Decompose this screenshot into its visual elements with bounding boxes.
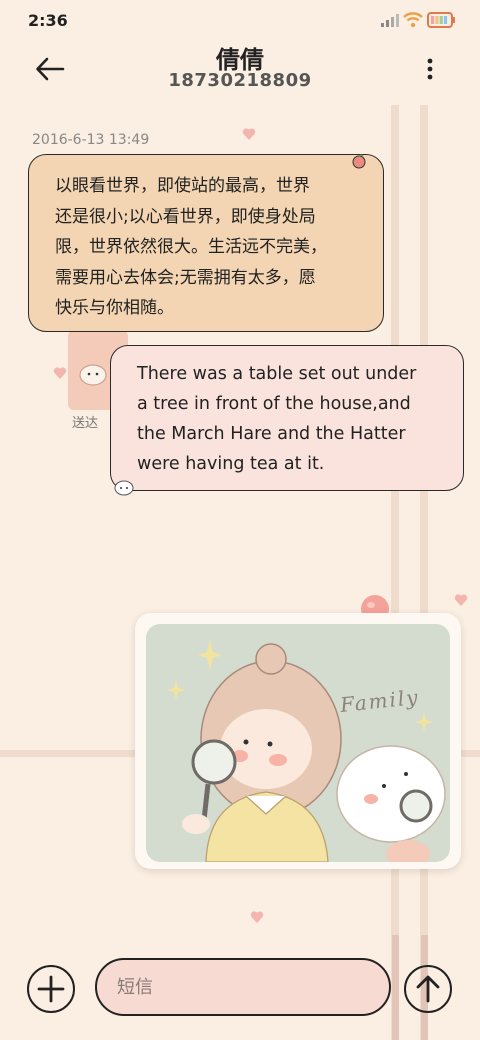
heart-icon [53,367,67,379]
background-stripe-dark [392,935,399,1040]
message-line: the March Hare and the Hatter [137,424,406,444]
message-line: a tree in front of the house,and [137,394,411,414]
background-stripe [420,105,428,1040]
status-bar: 2:36 [0,0,480,40]
message-line: 限，世界依然很大。生活远不完美， [55,237,327,257]
send-arrow-icon[interactable] [404,965,452,1013]
message-timestamp: 2016-6-13 13:49 [32,132,150,148]
more-options-icon[interactable] [418,55,442,83]
illustration-girl-and-dog: Family [167,640,446,862]
heart-icon [242,128,256,140]
message-input[interactable] [95,958,391,1016]
background-stripe [391,105,399,1040]
sticker-dog-icon [79,364,107,386]
contact-phone: 18730218809 [168,70,312,91]
status-time: 2:36 [28,11,68,30]
heart-icon [250,911,264,923]
message-line: There was a table set out under [137,364,417,384]
incoming-message-bubble[interactable]: 以眼看世界，即使站的最高，世界 还是很小;以心看世界，即使身处局 限，世界依然很… [28,154,384,332]
battery-icon [427,12,455,28]
image-caption: Family [338,685,421,717]
message-line: were having tea at it. [137,454,325,474]
message-image[interactable]: Family [146,624,450,862]
peach-decoration-icon [352,154,366,169]
heart-icon [454,594,468,606]
sheep-decoration-icon [114,480,134,496]
wifi-icon [403,12,423,28]
message-line: 快乐与你相随。 [55,298,174,318]
message-line: 以眼看世界，即使站的最高，世界 [55,176,310,196]
outgoing-message-bubble[interactable]: There was a table set out under a tree i… [110,345,464,491]
delivery-status: 送达 [72,416,99,431]
image-message-card[interactable]: Family [135,613,461,869]
message-line: 还是很小;以心看世界，即使身处局 [55,206,316,227]
add-attachment-icon[interactable] [27,965,75,1013]
signal-icon [381,14,399,27]
message-line: 需要用心去体会;无需拥有太多，愿 [55,267,316,288]
